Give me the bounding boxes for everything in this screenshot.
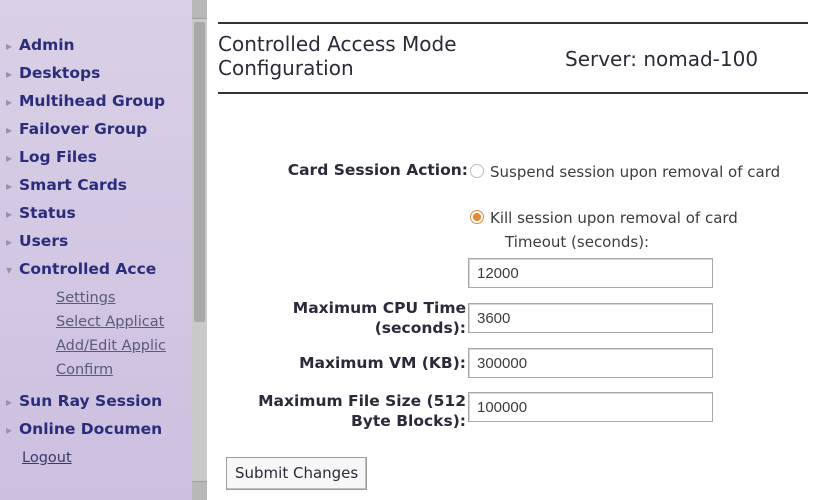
page-title: Controlled Access Mode Configuration [218,32,457,80]
max-vm-label: Maximum VM (KB): [299,354,466,372]
sidebar-item-log-files[interactable]: ▸ Log Files [6,148,97,166]
sidebar-item-sun-ray-session[interactable]: ▸ Sun Ray Session [6,392,162,410]
sidebar-item-online-documentation[interactable]: ▸ Online Documen [6,420,162,438]
sidebar-item-admin[interactable]: ▸ Admin [6,36,75,54]
scroll-up-arrow[interactable] [192,0,207,19]
radio-kill-label: Kill session upon removal of card [490,209,738,227]
radio-button-kill[interactable] [470,210,484,224]
header-divider-top [218,22,808,24]
max-cpu-time-input[interactable] [468,303,713,333]
sidebar-item-label: Online Documen [19,420,163,438]
timeout-input[interactable] [468,258,713,288]
chevron-right-icon: ▸ [6,39,13,53]
chevron-right-icon: ▸ [6,123,13,137]
header-divider-bottom [218,92,808,94]
chevron-down-icon: ▾ [6,263,13,277]
chevron-right-icon: ▸ [6,179,13,193]
chevron-right-icon: ▸ [6,235,13,249]
max-vm-input[interactable] [468,348,713,378]
chevron-right-icon: ▸ [6,151,13,165]
chevron-right-icon: ▸ [6,95,13,109]
chevron-right-icon: ▸ [6,67,13,81]
sidebar-item-label: Status [19,204,76,222]
card-session-action-label: Card Session Action: [287,161,468,179]
max-cpu-time-label: Maximum CPU Time (seconds): [292,299,466,337]
sidebar-item-label: Users [19,232,69,250]
chevron-right-icon: ▸ [6,395,13,409]
sidebar-item-desktops[interactable]: ▸ Desktops [6,64,100,82]
sidebar-item-multihead-group[interactable]: ▸ Multihead Group [6,92,165,110]
sidebar-item-label: Desktops [19,64,101,82]
chevron-right-icon: ▸ [6,207,13,221]
sidebar-item-label: Sun Ray Session [19,392,163,410]
radio-suspend-label: Suspend session upon removal of card [490,163,781,181]
sidebar-item-label: Log Files [19,148,97,166]
sidebar-item-users[interactable]: ▸ Users [6,232,68,250]
radio-suspend-session[interactable]: Suspend session upon removal of card [470,162,790,182]
logout-link[interactable]: Logout [22,450,72,466]
server-label: Server: nomad-100 [565,47,759,71]
scroll-down-arrow[interactable] [192,481,207,500]
sidebar-item-label: Controlled Acce [19,260,157,278]
submit-changes-button[interactable]: Submit Changes [226,457,368,490]
max-file-size-label: Maximum File Size (512 Byte Blocks): [258,392,466,430]
max-file-size-input[interactable] [468,392,713,422]
sidebar-scrollbar[interactable] [192,0,207,500]
scroll-thumb[interactable] [194,22,205,322]
chevron-right-icon: ▸ [6,423,13,437]
sidebar-item-failover-group[interactable]: ▸ Failover Group [6,120,147,138]
sidebar-item-label: Admin [19,36,75,54]
radio-button-suspend[interactable] [470,164,484,178]
sidebar-item-label: Smart Cards [19,176,128,194]
sidebar-subitem-select-applications[interactable]: Select Applicat [56,314,164,330]
timeout-label: Timeout (seconds): [505,233,650,251]
radio-kill-session[interactable]: Kill session upon removal of card [470,208,800,228]
sidebar: ▸ Admin ▸ Desktops ▸ Multihead Group ▸ Failo… [0,0,192,500]
sidebar-item-controlled-access[interactable]: ▾ Controlled Acce [6,260,156,278]
sidebar-item-label: Failover Group [19,120,148,138]
sidebar-subitem-confirm[interactable]: Confirm [56,362,113,378]
sidebar-item-label: Multihead Group [19,92,166,110]
sidebar-subitem-settings[interactable]: Settings [56,290,115,306]
sidebar-subitem-add-edit-applications[interactable]: Add/Edit Applic [56,338,166,354]
sidebar-item-status[interactable]: ▸ Status [6,204,76,222]
sidebar-item-smart-cards[interactable]: ▸ Smart Cards [6,176,127,194]
